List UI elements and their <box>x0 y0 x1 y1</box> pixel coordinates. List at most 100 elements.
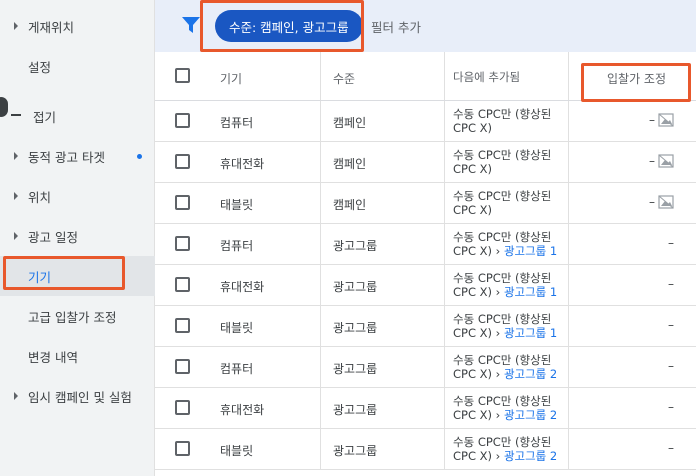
cell-bid-adjustment: – <box>668 277 674 291</box>
sidebar-item-label: 설정 <box>28 59 52 75</box>
image-icon[interactable] <box>658 113 674 127</box>
sidebar-item-label: 기기 <box>28 269 52 285</box>
bid-value: – <box>668 318 674 332</box>
cell-device: 컴퓨터 <box>220 239 254 253</box>
table-row: 태블릿 캠페인 수동 CPC만 (향상된 CPC X) – <box>155 183 696 224</box>
cell-level: 광고그룹 <box>333 403 378 417</box>
cell-bid-adjustment: – <box>649 154 674 168</box>
row-checkbox[interactable] <box>175 195 190 210</box>
adgroup-link[interactable]: 광고그룹 1 <box>504 326 557 340</box>
cell-device: 휴대전화 <box>220 280 265 294</box>
bid-value: – <box>649 154 655 168</box>
cell-device: 태블릿 <box>220 444 254 458</box>
sidebar-item[interactable]: 접기 <box>0 96 155 136</box>
sidebar-item[interactable]: 설정 <box>0 46 155 86</box>
added-to-text: 수동 CPC만 (향상된 CPC X) <box>453 107 552 135</box>
image-icon[interactable] <box>658 154 674 168</box>
sidebar-item-label: 고급 입찰가 조정 <box>28 309 117 325</box>
sidebar-item[interactable]: 동적 광고 타겟 <box>0 136 155 176</box>
cell-added-to: 수동 CPC만 (향상된 CPC X) › 광고그룹 2 <box>453 394 558 422</box>
added-to-text: 수동 CPC만 (향상된 CPC X) <box>453 148 552 176</box>
filter-icon[interactable] <box>182 17 200 33</box>
header-added-to[interactable]: 다음에 추가됨 <box>453 70 558 84</box>
select-all-checkbox[interactable] <box>175 68 190 83</box>
sidebar-item[interactable]: 고급 입찰가 조정 <box>0 296 155 336</box>
adgroup-link[interactable]: 광고그룹 1 <box>504 244 557 258</box>
sidebar-item[interactable]: 위치 <box>0 176 155 216</box>
caret-right-icon <box>14 392 18 400</box>
cell-added-to: 수동 CPC만 (향상된 CPC X) <box>453 107 558 135</box>
table-row: 휴대전화 광고그룹 수동 CPC만 (향상된 CPC X) › 광고그룹 1 – <box>155 265 696 306</box>
sidebar-item[interactable]: 임시 캠페인 및 실험 <box>0 376 155 416</box>
image-icon[interactable] <box>658 195 674 209</box>
sidebar-item[interactable]: 광고 일정 <box>0 216 155 256</box>
row-checkbox[interactable] <box>175 113 190 128</box>
sidebar-item[interactable]: 변경 내역 <box>0 336 155 376</box>
caret-right-icon <box>14 22 18 30</box>
cell-level: 광고그룹 <box>333 321 378 335</box>
cell-added-to: 수동 CPC만 (향상된 CPC X) <box>453 148 558 176</box>
cell-level: 광고그룹 <box>333 444 378 458</box>
cell-added-to: 수동 CPC만 (향상된 CPC X) › 광고그룹 1 <box>453 312 558 340</box>
cell-bid-adjustment: – <box>668 359 674 373</box>
sidebar-item[interactable]: 게재위치 <box>0 6 155 46</box>
cell-device: 컴퓨터 <box>220 116 254 130</box>
caret-right-icon <box>14 232 18 240</box>
adgroup-link[interactable]: 광고그룹 2 <box>504 449 557 463</box>
cell-added-to: 수동 CPC만 (향상된 CPC X) › 광고그룹 1 <box>453 271 558 299</box>
adgroup-link[interactable]: 광고그룹 2 <box>504 367 557 381</box>
sidebar-item[interactable]: 기기 <box>0 256 155 296</box>
table-header: 기기 수준 다음에 추가됨 입찰가 조정 <box>155 52 696 101</box>
row-checkbox[interactable] <box>175 318 190 333</box>
adgroup-link[interactable]: 광고그룹 1 <box>504 285 557 299</box>
cell-level: 광고그룹 <box>333 362 378 376</box>
header-bid-adjustment[interactable]: 입찰가 조정 <box>607 70 666 87</box>
bid-value: – <box>668 277 674 291</box>
sidebar-item-label: 임시 캠페인 및 실험 <box>28 389 132 405</box>
cell-level: 캠페인 <box>333 116 367 130</box>
table-row: 휴대전화 캠페인 수동 CPC만 (향상된 CPC X) – <box>155 142 696 183</box>
cell-device: 휴대전화 <box>220 403 265 417</box>
row-checkbox[interactable] <box>175 359 190 374</box>
row-checkbox[interactable] <box>175 236 190 251</box>
header-level[interactable]: 수준 <box>333 70 355 87</box>
row-checkbox[interactable] <box>175 400 190 415</box>
cell-added-to: 수동 CPC만 (향상된 CPC X) › 광고그룹 1 <box>453 230 558 258</box>
sidebar-item-label: 동적 광고 타겟 <box>28 149 105 165</box>
caret-right-icon <box>14 152 18 160</box>
cell-level: 캠페인 <box>333 157 367 171</box>
sidebar: 게재위치설정접기동적 광고 타겟위치광고 일정기기고급 입찰가 조정변경 내역임… <box>0 0 155 476</box>
cell-bid-adjustment: – <box>668 400 674 414</box>
cell-level: 광고그룹 <box>333 280 378 294</box>
caret-right-icon <box>14 192 18 200</box>
cell-bid-adjustment: – <box>668 236 674 250</box>
cell-bid-adjustment: – <box>668 318 674 332</box>
cell-device: 컴퓨터 <box>220 362 254 376</box>
bid-value: – <box>668 359 674 373</box>
table-row: 태블릿 광고그룹 수동 CPC만 (향상된 CPC X) › 광고그룹 2 – <box>155 429 696 470</box>
row-checkbox[interactable] <box>175 154 190 169</box>
sidebar-item-label: 변경 내역 <box>28 349 78 365</box>
sidebar-item-label: 광고 일정 <box>28 229 78 245</box>
add-filter-button[interactable]: 필터 추가 <box>371 17 421 36</box>
sidebar-item-label: 위치 <box>28 189 52 205</box>
sidebar-item-label: 접기 <box>33 109 57 125</box>
table-row: 태블릿 광고그룹 수동 CPC만 (향상된 CPC X) › 광고그룹 1 – <box>155 306 696 347</box>
bid-value: – <box>649 195 655 209</box>
cell-added-to: 수동 CPC만 (향상된 CPC X) › 광고그룹 2 <box>453 353 558 381</box>
cell-device: 휴대전화 <box>220 157 265 171</box>
cell-bid-adjustment: – <box>649 195 674 209</box>
cell-bid-adjustment: – <box>649 113 674 127</box>
cell-level: 광고그룹 <box>333 239 378 253</box>
header-device[interactable]: 기기 <box>220 70 242 87</box>
cell-device: 태블릿 <box>220 198 254 212</box>
cell-added-to: 수동 CPC만 (향상된 CPC X) › 광고그룹 2 <box>453 435 558 463</box>
bid-value: – <box>668 441 674 455</box>
adgroup-link[interactable]: 광고그룹 2 <box>504 408 557 422</box>
row-checkbox[interactable] <box>175 441 190 456</box>
row-checkbox[interactable] <box>175 277 190 292</box>
sidebar-item-label: 게재위치 <box>28 19 75 35</box>
bid-value: – <box>668 400 674 414</box>
cell-level: 캠페인 <box>333 198 367 212</box>
filter-chip[interactable]: 수준: 캠페인, 광고그룹 <box>215 10 363 42</box>
